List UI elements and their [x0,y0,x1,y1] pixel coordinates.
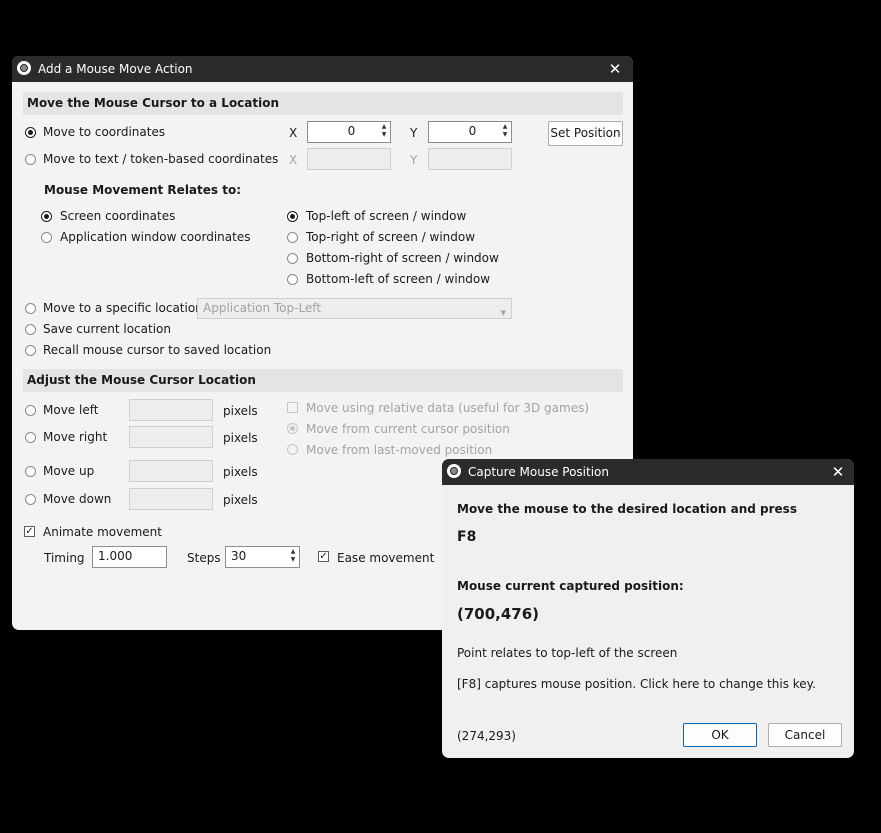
top-right-radio[interactable] [287,232,298,243]
app-logo-icon [447,464,461,478]
move-down-label[interactable]: Move down [43,491,111,507]
set-position-button[interactable]: Set Position [548,121,623,146]
top-left-radio[interactable] [287,211,298,222]
move-specific-label[interactable]: Move to a specific location [43,300,203,316]
spin-arrows-icon[interactable]: ▲ ▼ [500,123,510,140]
recall-location-radio[interactable] [25,345,36,356]
relates-heading: Mouse Movement Relates to: [44,183,241,197]
specific-location-value: Application Top-Left [203,301,322,315]
capture-dialog-title: Capture Mouse Position [468,465,609,479]
bottom-right-label[interactable]: Bottom-right of screen / window [306,250,499,266]
change-hotkey-link[interactable]: [F8] captures mouse position. Click here… [457,676,816,692]
move-up-label[interactable]: Move up [43,463,94,479]
timing-field[interactable]: 1.000 [92,546,167,568]
y-value: 0 [468,124,477,138]
move-up-field[interactable] [129,460,213,482]
save-location-label[interactable]: Save current location [43,321,171,337]
move-left-field[interactable] [129,399,213,421]
pixels-label: pixels [223,493,258,507]
y-label: Y [410,126,418,140]
move-down-field[interactable] [129,488,213,510]
capture-instruction: Move the mouse to the desired location a… [457,502,797,516]
animate-movement-checkbox[interactable]: ✓ [24,526,35,537]
timing-label: Timing [44,551,85,565]
x-text-field[interactable] [307,148,391,170]
chevron-down-icon: ▼ [500,309,506,317]
bottom-right-radio[interactable] [287,253,298,264]
ease-movement-label[interactable]: Ease movement [337,550,434,566]
top-left-label[interactable]: Top-left of screen / window [306,208,466,224]
pixels-label: pixels [223,404,258,418]
spin-arrows-icon[interactable]: ▲ ▼ [379,123,389,140]
timing-value: 1.000 [98,549,133,563]
y-coordinate-stepper[interactable]: 0 ▲ ▼ [428,121,512,143]
x-text-label: X [289,153,298,167]
move-to-coordinates-label[interactable]: Move to coordinates [43,124,165,140]
steps-stepper[interactable]: 30 ▲ ▼ [225,546,300,568]
y-text-field[interactable] [428,148,512,170]
relative-data-label[interactable]: Move using relative data (useful for 3D … [306,400,589,416]
move-up-radio[interactable] [25,466,36,477]
move-right-field[interactable] [129,426,213,448]
capture-mouse-dialog: Capture Mouse Position ✕ Move the mouse … [442,459,854,758]
spin-arrows-icon[interactable]: ▲ ▼ [288,548,298,565]
section-adjust-header: Adjust the Mouse Cursor Location [23,369,623,392]
save-location-radio[interactable] [25,324,36,335]
top-right-label[interactable]: Top-right of screen / window [306,229,475,245]
from-current-label[interactable]: Move from current cursor position [306,421,510,437]
specific-location-select[interactable]: Application Top-Left ▼ [197,298,512,319]
relates-text: Point relates to top-left of the screen [457,646,678,660]
ease-movement-checkbox[interactable]: ✓ [318,551,329,562]
captured-position-label: Mouse current captured position: [457,579,684,593]
close-icon[interactable]: ✕ [605,59,625,79]
from-current-radio[interactable] [287,423,298,434]
cancel-button[interactable]: Cancel [768,723,842,747]
recall-location-label[interactable]: Recall mouse cursor to saved location [43,342,271,358]
move-right-label[interactable]: Move right [43,429,107,445]
capture-title-bar: Capture Mouse Position ✕ [442,459,854,485]
pixels-label: pixels [223,465,258,479]
screen-coords-label[interactable]: Screen coordinates [60,208,175,224]
move-left-radio[interactable] [25,405,36,416]
ok-button[interactable]: OK [683,723,757,747]
bottom-left-radio[interactable] [287,274,298,285]
move-left-label[interactable]: Move left [43,402,98,418]
move-to-text-coords-radio[interactable] [25,154,36,165]
pixels-label: pixels [223,431,258,445]
title-bar: Add a Mouse Move Action ✕ [12,56,633,82]
app-window-coords-label[interactable]: Application window coordinates [60,229,250,245]
app-window-coords-radio[interactable] [41,232,52,243]
app-logo-icon [17,61,31,75]
move-to-text-coords-label[interactable]: Move to text / token-based coordinates [43,151,278,167]
captured-position-value: (700,476) [457,605,540,623]
section-move-header: Move the Mouse Cursor to a Location [23,92,623,115]
steps-value: 30 [231,549,247,563]
move-right-radio[interactable] [25,432,36,443]
move-to-coordinates-radio[interactable] [25,127,36,138]
live-coordinates: (274,293) [457,729,516,743]
from-last-label[interactable]: Move from last-moved position [306,442,492,458]
dialog-title: Add a Mouse Move Action [38,62,193,76]
bottom-left-label[interactable]: Bottom-left of screen / window [306,271,490,287]
x-coordinate-stepper[interactable]: 0 ▲ ▼ [307,121,391,143]
close-icon[interactable]: ✕ [828,462,848,482]
steps-label: Steps [187,551,221,565]
capture-key: F8 [457,529,477,545]
relative-data-checkbox[interactable] [287,402,298,413]
screen-coords-radio[interactable] [41,211,52,222]
animate-movement-label[interactable]: Animate movement [43,524,162,540]
move-down-radio[interactable] [25,494,36,505]
x-value: 0 [347,124,356,138]
from-last-radio[interactable] [287,444,298,455]
y-text-label: Y [410,153,418,167]
move-specific-radio[interactable] [25,303,36,314]
x-label: X [289,126,298,140]
